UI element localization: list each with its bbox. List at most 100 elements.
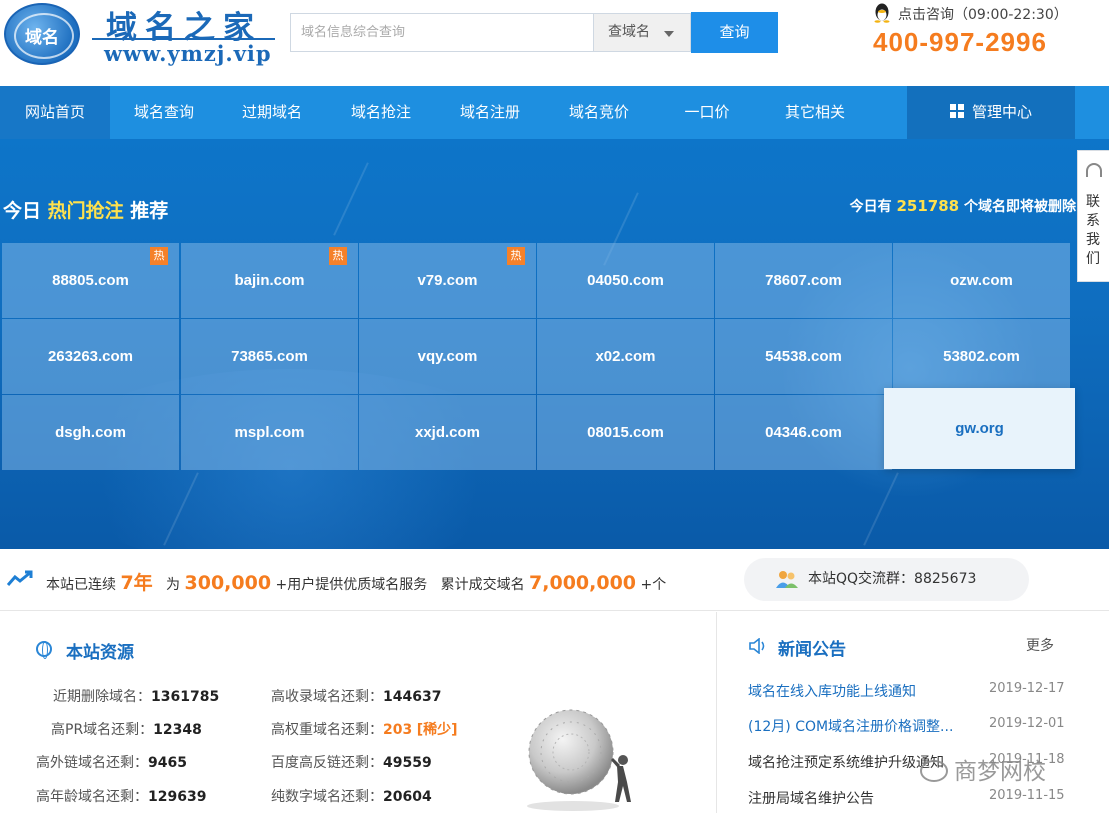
domain-card[interactable]: 54538.com (715, 319, 892, 394)
resource-row-high-pr[interactable]: 高PR域名还剩：12348 (51, 719, 202, 739)
news-more-link[interactable]: 更多 (1026, 635, 1054, 655)
domain-card[interactable]: mspl.com (181, 395, 358, 470)
resource-value: 1361785 (151, 689, 220, 705)
contact-us-label: 联系我们 (1086, 194, 1100, 267)
stats-deals: 7,000,000 (529, 572, 637, 594)
globe-icon (36, 641, 52, 659)
hot-recommend-title: 今日 热门抢注 推荐 (3, 196, 168, 223)
domain-card[interactable]: x02.com (537, 319, 714, 394)
search-button[interactable]: 查询 (691, 12, 778, 53)
domain-name: ozw.com (950, 272, 1013, 289)
nav-item-home[interactable]: 网站首页 (0, 86, 110, 139)
delete-count-line: 今日有 251788 个域名即将被删除 (850, 196, 1076, 216)
hot-title-highlight: 热门抢注 (47, 200, 124, 222)
news-date: 2019-11-15 (989, 788, 1065, 803)
logo-globe-icon[interactable]: 域名 (4, 3, 80, 65)
admin-center-label: 管理中心 (971, 103, 1032, 121)
contact-us-tab[interactable]: 联系我们 (1077, 150, 1109, 282)
resource-row-backlinks[interactable]: 高外链域名还剩：9465 (36, 752, 187, 772)
domain-card[interactable]: 88805.com 热 (2, 243, 179, 318)
resource-label: 高收录域名还剩： (271, 689, 383, 705)
rare-badge: [稀少] (416, 722, 458, 738)
stats-p5: +个 (640, 577, 667, 593)
news-item[interactable]: 域名在线入库功能上线通知 (748, 681, 968, 701)
stats-p4: 累计成交域名 (440, 577, 525, 593)
news-title: 新闻公告 (778, 640, 846, 660)
resource-value: 129639 (148, 789, 207, 805)
resource-label: 纯数字域名还剩： (271, 789, 383, 805)
resource-value: 12348 (153, 722, 202, 738)
domain-name: gw.org (955, 420, 1004, 437)
resource-label: 高年龄域名还剩： (36, 789, 148, 805)
resource-row-high-weight[interactable]: 高权重域名还剩：203 [稀少] (271, 719, 457, 739)
resource-value: 203 (383, 722, 413, 738)
domain-name: dsgh.com (55, 424, 126, 441)
stats-text: 本站已连续 7年 为 300,000 +用户提供优质域名服务 累计成交域名 7,… (46, 568, 666, 595)
domain-card[interactable]: v79.com 热 (359, 243, 536, 318)
resource-label: 百度高反链还剩： (271, 755, 383, 771)
qq-penguin-icon[interactable] (873, 2, 891, 23)
resource-row-baidu-backlinks[interactable]: 百度高反链还剩：49559 (271, 752, 432, 772)
news-item[interactable]: 注册局域名维护公告 (748, 788, 968, 808)
search-input[interactable]: 域名信息综合查询 (290, 13, 593, 52)
domain-card[interactable]: 73865.com (181, 319, 358, 394)
domain-name: v79.com (417, 272, 478, 289)
nav-item-register[interactable]: 域名注册 (436, 86, 544, 139)
resource-row-numeric[interactable]: 纯数字域名还剩：20604 (271, 786, 432, 806)
domain-card[interactable]: 04050.com (537, 243, 714, 318)
nav-item-other[interactable]: 其它相关 (760, 86, 870, 139)
domain-name: 73865.com (231, 348, 308, 365)
resource-value: 9465 (148, 755, 187, 771)
domain-card[interactable]: bajin.com 热 (181, 243, 358, 318)
resource-row-high-index[interactable]: 高收录域名还剩：144637 (271, 686, 441, 706)
site-header: 域名 域名之家 www.ymzj.vip 域名信息综合查询 查域名 查询 点击咨… (0, 0, 1109, 86)
domain-card[interactable]: dsgh.com (2, 395, 179, 470)
domain-name: x02.com (595, 348, 656, 365)
domain-card[interactable]: 263263.com (2, 319, 179, 394)
delete-suffix: 个域名即将被删除 (964, 199, 1076, 215)
speaker-icon (749, 638, 765, 654)
domain-name: 04050.com (587, 272, 664, 289)
domain-card[interactable]: 78607.com (715, 243, 892, 318)
domain-card[interactable]: vqy.com (359, 319, 536, 394)
admin-center-button[interactable]: 管理中心 (907, 86, 1075, 139)
watermark-text: 商梦网校 (954, 759, 1046, 785)
resource-label: 高外链域名还剩： (36, 755, 148, 771)
resource-row-recent-deleted[interactable]: 近期删除域名：1361785 (53, 686, 219, 706)
domain-name: 54538.com (765, 348, 842, 365)
nav-item-domain-query[interactable]: 域名查询 (110, 86, 218, 139)
news-item[interactable]: (12月) COM域名注册价格调整... (748, 716, 968, 736)
headset-icon (1086, 163, 1102, 177)
resource-label: 高PR域名还剩： (51, 722, 154, 738)
domain-card[interactable]: 53802.com (893, 319, 1070, 394)
hot-badge: 热 (507, 247, 525, 265)
nav-item-auction[interactable]: 域名竞价 (544, 86, 654, 139)
search-type-label: 查域名 (608, 24, 650, 40)
stats-p3: +用户提供优质域名服务 (275, 577, 428, 593)
nav-item-snapback[interactable]: 域名抢注 (326, 86, 436, 139)
stats-p1: 本站已连续 (46, 577, 116, 593)
domain-name: vqy.com (417, 348, 478, 365)
resource-label: 高权重域名还剩： (271, 722, 383, 738)
resource-label: 近期删除域名： (53, 689, 151, 705)
hot-domain-grid: 88805.com 热 bajin.com 热 v79.com 热 04050.com 786… (2, 243, 1075, 470)
logo-url[interactable]: www.ymzj.vip (104, 41, 272, 66)
nav-item-fixed-price[interactable]: 一口价 (654, 86, 760, 139)
domain-card[interactable]: xxjd.com (359, 395, 536, 470)
consult-link[interactable]: 点击咨询（09:00-22:30） (898, 4, 1068, 24)
search-type-select[interactable]: 查域名 (593, 13, 691, 52)
domain-name: xxjd.com (414, 424, 481, 441)
watermark: 商梦网校 (920, 752, 1046, 786)
domain-card[interactable]: gw.org (884, 388, 1075, 469)
qq-group-pill[interactable]: 本站QQ交流群：8825673 (744, 558, 1029, 601)
people-icon (776, 571, 798, 588)
news-date: 2019-12-01 (989, 716, 1065, 731)
domain-card[interactable]: 04346.com (715, 395, 892, 470)
domain-card[interactable]: ozw.com (893, 243, 1070, 318)
domain-card[interactable]: 08015.com (537, 395, 714, 470)
hotline-number: 400-997-2996 (873, 27, 1047, 57)
resource-row-aged[interactable]: 高年龄域名还剩：129639 (36, 786, 206, 806)
news-panel: 新闻公告 更多 域名在线入库功能上线通知 2019-12-17 (12月) CO… (716, 612, 1109, 813)
nav-item-expired[interactable]: 过期域名 (218, 86, 326, 139)
domain-name: 04346.com (765, 424, 842, 441)
